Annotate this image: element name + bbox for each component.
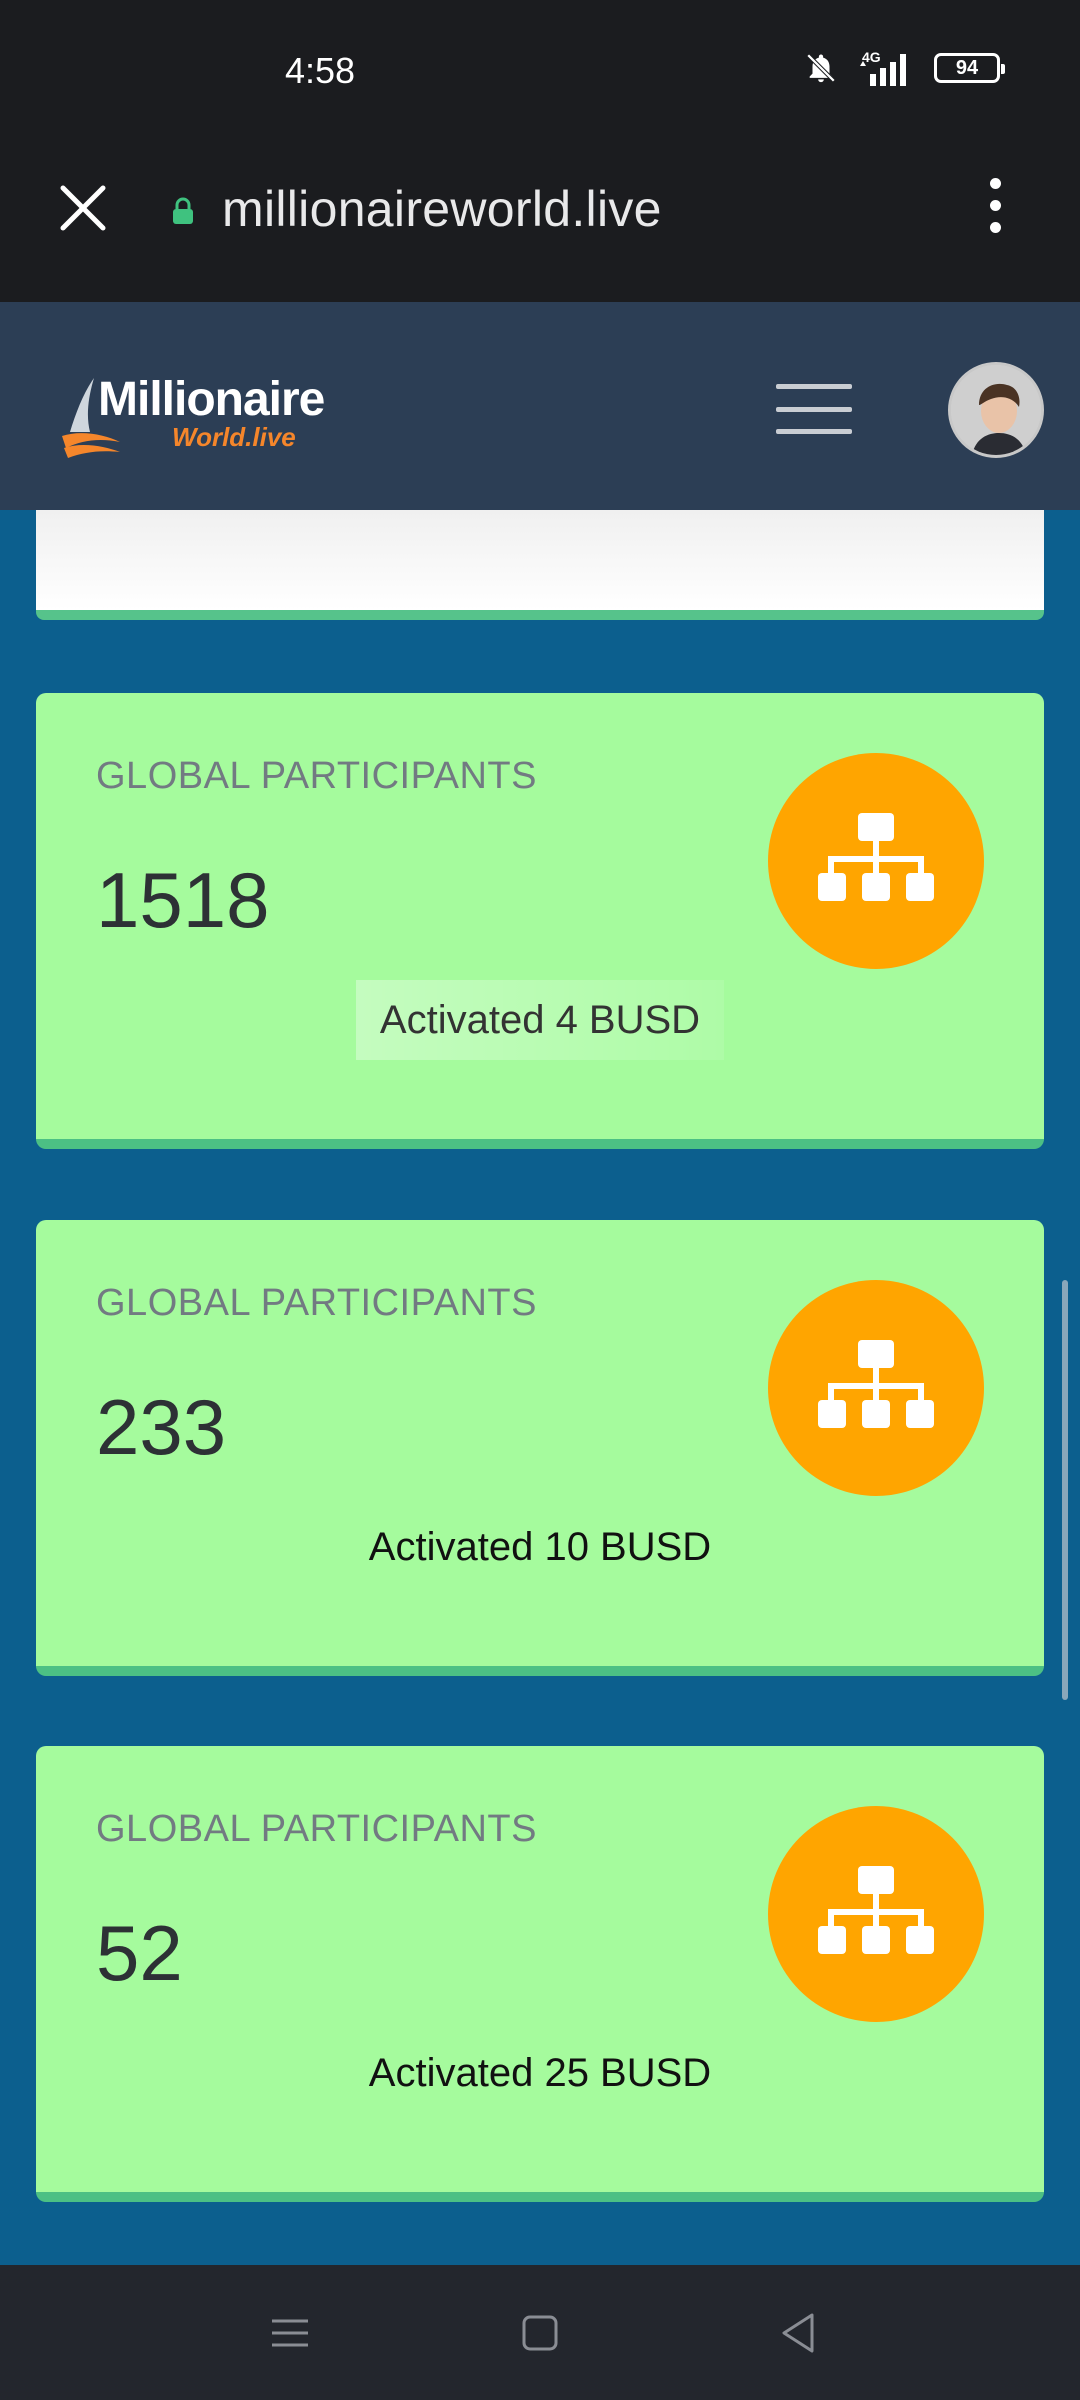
avatar-person-icon bbox=[951, 365, 1041, 455]
card-value: 233 bbox=[96, 1383, 227, 1471]
url-text[interactable]: millionaireworld.live bbox=[222, 180, 662, 238]
mute-bell-icon bbox=[806, 53, 836, 83]
status-icons: 4G 94 bbox=[804, 48, 1005, 88]
more-vert-icon[interactable] bbox=[980, 178, 1010, 270]
icon-circle bbox=[768, 1280, 984, 1496]
system-nav-bar bbox=[0, 2265, 1080, 2400]
signal-icon: 4G bbox=[860, 49, 906, 86]
card-status-text: Activated 4 BUSD bbox=[355, 980, 725, 1060]
card-value: 52 bbox=[96, 1909, 183, 1997]
close-icon[interactable] bbox=[55, 180, 111, 236]
card-status[interactable]: Activated 25 BUSD bbox=[36, 2051, 1044, 2096]
content-area: GLOBAL PARTICIPANTS 1518 Activated 4 BUS… bbox=[0, 510, 1080, 2265]
browser-bar: millionaireworld.live bbox=[0, 140, 1080, 302]
card-status[interactable]: Activated 4 BUSD bbox=[36, 980, 1044, 1060]
hamburger-icon[interactable] bbox=[776, 384, 852, 434]
network-label: 4G bbox=[862, 49, 881, 65]
site-logo[interactable]: Millionaire World.live bbox=[60, 372, 360, 462]
card-value: 1518 bbox=[96, 856, 270, 944]
scrollbar[interactable] bbox=[1062, 1280, 1068, 1700]
card-label: GLOBAL PARTICIPANTS bbox=[96, 755, 537, 797]
card-global-participants-3: GLOBAL PARTICIPANTS 52 Activated 25 BUSD bbox=[36, 1746, 1044, 2202]
icon-circle bbox=[768, 753, 984, 969]
sitemap-icon bbox=[818, 813, 934, 901]
recent-apps-icon[interactable] bbox=[262, 2305, 318, 2361]
lock-icon bbox=[173, 197, 193, 224]
sitemap-icon bbox=[818, 1866, 934, 1954]
battery-icon: 94 bbox=[934, 53, 1005, 83]
status-time: 4:58 bbox=[285, 50, 356, 91]
card-global-participants-2: GLOBAL PARTICIPANTS 233 Activated 10 BUS… bbox=[36, 1220, 1044, 1676]
back-icon[interactable] bbox=[770, 2305, 826, 2361]
home-icon[interactable] bbox=[512, 2305, 568, 2361]
avatar[interactable] bbox=[948, 362, 1044, 458]
card-global-participants-1: GLOBAL PARTICIPANTS 1518 Activated 4 BUS… bbox=[36, 693, 1044, 1149]
card-label: GLOBAL PARTICIPANTS bbox=[96, 1282, 537, 1324]
previous-card bbox=[36, 510, 1044, 620]
logo-main-text: Millionaire bbox=[98, 373, 325, 426]
card-label: GLOBAL PARTICIPANTS bbox=[96, 1808, 537, 1850]
site-header: Millionaire World.live bbox=[0, 302, 1080, 510]
sitemap-icon bbox=[818, 1340, 934, 1428]
status-bar: 4:58 4G 94 bbox=[0, 0, 1080, 140]
logo-sub-text: World.live bbox=[172, 422, 296, 452]
card-status[interactable]: Activated 10 BUSD bbox=[36, 1525, 1044, 1570]
icon-circle bbox=[768, 1806, 984, 2022]
